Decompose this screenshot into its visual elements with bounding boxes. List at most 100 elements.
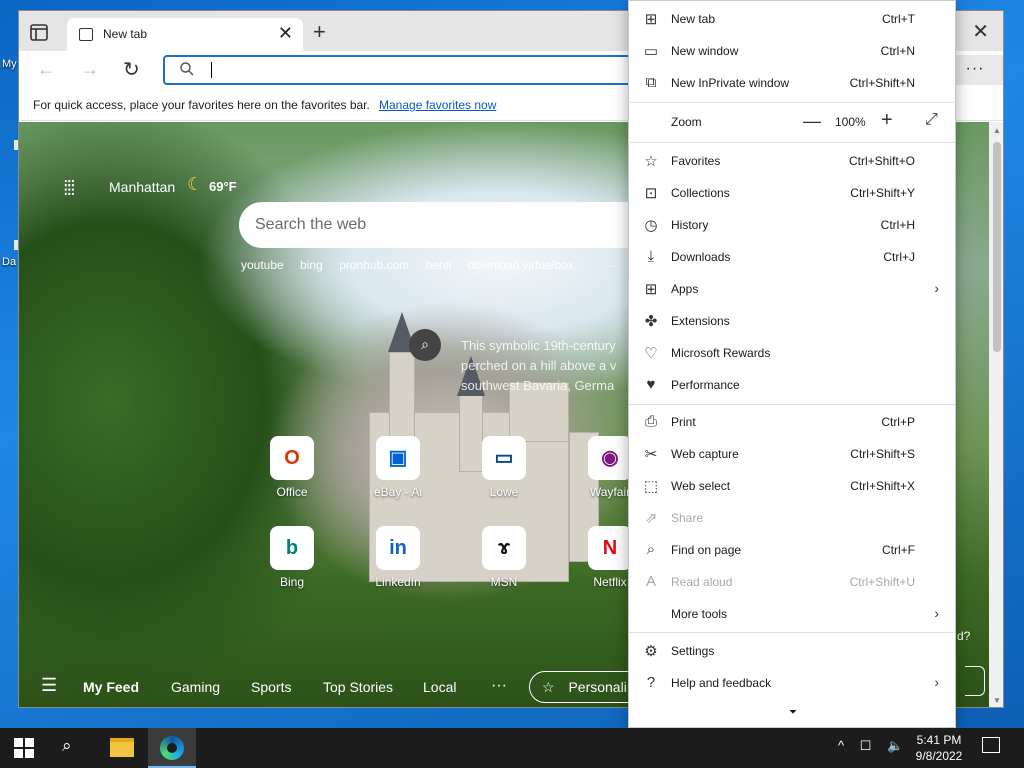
tile-label: Bing [279, 575, 305, 589]
menu-item-downloads[interactable]: ⤓ Downloads Ctrl+J [629, 242, 955, 274]
hamburger-menu-icon[interactable]: ☰ [41, 675, 57, 696]
quick-link[interactable]: pronhub.com [339, 258, 409, 272]
fullscreen-icon[interactable]: ⤢ [925, 111, 938, 129]
quick-link-tile-linkedin[interactable]: in LinkedIn [363, 526, 433, 589]
feed-tab-local[interactable]: Local [423, 679, 456, 695]
menu-item-label: Favorites [671, 154, 721, 168]
netflix-icon: N [588, 526, 632, 570]
chevron-right-icon: › [934, 674, 939, 690]
find-icon: ⌕ [646, 541, 656, 558]
desktop-icon-label[interactable]: Da [2, 256, 16, 268]
weather-temperature[interactable]: 69°F [209, 179, 237, 194]
quick-link[interactable]: henti [425, 258, 451, 272]
share-icon: ⇗ [644, 510, 658, 527]
edge-taskbar-button[interactable] [148, 728, 196, 768]
quick-link-tile-lowes[interactable]: ▭ Lowe [469, 436, 539, 499]
scroll-up-icon[interactable]: ▲ [993, 126, 1001, 135]
zoom-in-button[interactable]: + [881, 109, 893, 132]
file-explorer-icon[interactable] [110, 738, 134, 757]
close-tab-icon[interactable]: ✕ [278, 23, 293, 44]
menu-item-label: Print [671, 415, 696, 429]
back-button[interactable]: ← [37, 59, 55, 80]
menu-item-print[interactable]: ⎙ Print Ctrl+P [629, 407, 955, 439]
clock-date: 9/8/2022 [915, 749, 963, 763]
image-caption: This symbolic 19th-century perched on a … [461, 338, 617, 393]
menu-zoom-row: Zoom — 100% + ⤢ [629, 107, 955, 139]
settings-and-more-menu: ⊞ New tab Ctrl+T ▭ New window Ctrl+N ⧉ New InPr… [628, 0, 956, 728]
quick-link-tile-msn[interactable]: ɤ MSN [469, 526, 539, 589]
new-window-icon: ▭ [643, 43, 659, 60]
web-search-box[interactable]: Search the web [239, 202, 659, 248]
manage-favorites-link[interactable]: Manage favorites now [379, 98, 496, 112]
menu-item-microsoft-rewards[interactable]: ♡ Microsoft Rewards [629, 338, 955, 370]
web-capture-icon: ✂ [644, 446, 658, 463]
menu-item-shortcut: Ctrl+Shift+O [848, 154, 915, 168]
weather-city[interactable]: Manhattan [109, 179, 175, 195]
tile-label: MSN [490, 575, 518, 589]
desktop-icon-label[interactable]: My [2, 58, 17, 70]
notification-icon[interactable] [982, 737, 1000, 753]
history-icon: ◷ [644, 217, 658, 234]
menu-item-more-tools[interactable]: More tools › [629, 599, 955, 631]
quick-link-tile-ebay[interactable]: ▣ eBay - Ai [363, 436, 433, 499]
menu-item-new-window[interactable]: ▭ New window Ctrl+N [629, 36, 955, 68]
feed-more-button[interactable]: ··· [491, 677, 507, 695]
feed-tab-top-stories[interactable]: Top Stories [323, 679, 393, 695]
lowes-icon: ▭ [482, 436, 526, 480]
scroll-thumb[interactable] [993, 142, 1001, 352]
tab-title: New tab [103, 27, 148, 41]
page-scrollbar[interactable]: ▲ ▼ [989, 122, 1003, 707]
menu-item-web-select[interactable]: ⬚ Web select Ctrl+Shift+X [629, 471, 955, 503]
tile-label: Lowe [489, 485, 519, 499]
scroll-down-icon[interactable]: ▼ [993, 696, 1001, 705]
address-bar[interactable] [163, 55, 633, 85]
performance-icon: ♥ [646, 376, 656, 393]
menu-item-shortcut: Ctrl+Shift+X [850, 479, 915, 493]
menu-item-new-inprivate-window[interactable]: ⧉ New InPrivate window Ctrl+Shift+N [629, 68, 955, 100]
quick-link[interactable]: bing [300, 258, 323, 272]
menu-item-new-tab[interactable]: ⊞ New tab Ctrl+T [629, 4, 955, 36]
quick-link[interactable]: youtube [241, 258, 284, 272]
new-tab-icon: ⊞ [644, 11, 658, 28]
side-panel-edge[interactable] [965, 666, 985, 696]
menu-item-settings[interactable]: ⚙ Settings [629, 636, 955, 668]
menu-item-help-and-feedback[interactable]: ? Help and feedback › [629, 668, 955, 700]
bing-icon: b [270, 526, 314, 570]
menu-item-web-capture[interactable]: ✂ Web capture Ctrl+Shift+S [629, 439, 955, 471]
system-tray-icons[interactable]: ^ ☐ 🔈 [838, 738, 909, 754]
forward-button[interactable]: → [81, 59, 99, 80]
start-button[interactable] [14, 738, 34, 758]
tile-label: LinkedIn [375, 575, 421, 589]
zoom-out-button[interactable]: — [803, 111, 821, 132]
clock[interactable]: 5:41 PM 9/8/2022 [904, 732, 974, 764]
apps-icon: ⊞ [644, 281, 658, 298]
app-launcher-icon[interactable]: ⁞⁞⁞ [63, 178, 76, 201]
menu-item-favorites[interactable]: ☆ Favorites Ctrl+Shift+O [629, 146, 955, 178]
menu-scroll-more-icon[interactable]: ⏷ [789, 707, 797, 718]
menu-item-performance[interactable]: ♥ Performance [629, 370, 955, 402]
menu-item-apps[interactable]: ⊞ Apps › [629, 274, 955, 306]
menu-item-history[interactable]: ◷ History Ctrl+H [629, 210, 955, 242]
menu-item-extensions[interactable]: ✤ Extensions [629, 306, 955, 338]
menu-item-find-on-page[interactable]: ⌕ Find on page Ctrl+F [629, 535, 955, 567]
personalize-label: Personali [568, 679, 627, 695]
search-icon[interactable]: ⌕ [62, 736, 72, 756]
menu-item-collections[interactable]: ⊡ Collections Ctrl+Shift+Y [629, 178, 955, 210]
refresh-button[interactable]: ↻ [123, 57, 140, 82]
image-info-icon[interactable]: ⌕ [409, 329, 441, 361]
tab-new-tab[interactable]: New tab ✕ [67, 18, 303, 51]
quick-links-more-button[interactable]: ··· [604, 258, 616, 272]
msn-icon: ɤ [482, 526, 526, 570]
quick-link-tile-bing[interactable]: b Bing [257, 526, 327, 589]
window-close-button[interactable]: ✕ [972, 19, 989, 44]
new-tab-button[interactable]: + [313, 19, 326, 45]
quick-link[interactable]: download virtualbox [468, 258, 574, 272]
menu-item-shortcut: Ctrl+Shift+N [849, 76, 915, 90]
feed-tab-sports[interactable]: Sports [251, 679, 291, 695]
menu-item-label: Extensions [671, 314, 730, 328]
quick-link-tile-office[interactable]: O Office [257, 436, 327, 499]
feed-tab-my-feed[interactable]: My Feed [83, 679, 139, 695]
tab-actions-icon[interactable] [29, 23, 51, 43]
feed-tab-gaming[interactable]: Gaming [171, 679, 220, 695]
menu-item-label: Web select [671, 479, 731, 493]
